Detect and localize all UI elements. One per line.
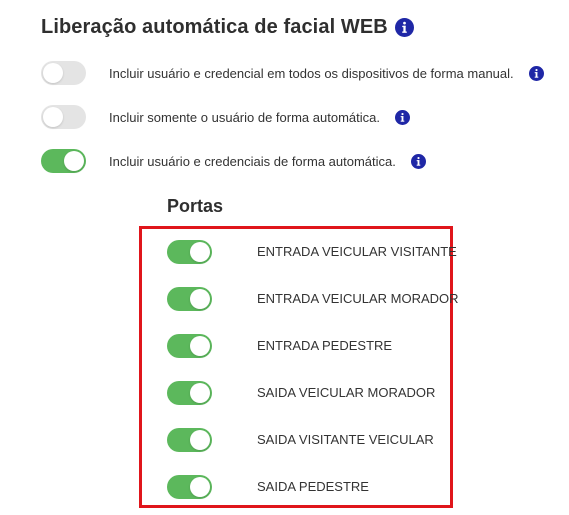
door-row: ENTRADA VEICULAR VISITANTE <box>167 240 457 264</box>
toggle-knob <box>43 107 63 127</box>
toggle-switch[interactable] <box>41 149 86 173</box>
door-row: ENTRADA VEICULAR MORADOR <box>167 287 459 311</box>
toggle-switch[interactable] <box>41 105 86 129</box>
door-label: SAIDA VISITANTE VEICULAR <box>257 432 434 447</box>
toggle-switch[interactable] <box>167 381 212 405</box>
toggle-knob <box>190 336 210 356</box>
info-icon[interactable] <box>410 153 426 169</box>
page-title: Liberação automática de facial WEB <box>41 15 388 38</box>
option-row-user-only: Incluir somente o usuário de forma autom… <box>41 105 410 129</box>
option-row-automatic: Incluir usuário e credenciais de forma a… <box>41 149 426 173</box>
toggle-knob <box>190 289 210 309</box>
toggle-switch[interactable] <box>167 475 212 499</box>
toggle-switch[interactable] <box>167 334 212 358</box>
toggle-knob <box>43 63 63 83</box>
option-label: Incluir somente o usuário de forma autom… <box>109 109 380 125</box>
door-label: ENTRADA PEDESTRE <box>257 338 393 353</box>
doors-highlight-box: ENTRADA VEICULAR VISITANTE ENTRADA VEICU… <box>139 226 459 508</box>
door-row: SAIDA PEDESTRE <box>167 475 369 499</box>
door-row: ENTRADA PEDESTRE <box>167 334 392 358</box>
info-icon[interactable] <box>394 17 414 37</box>
option-label: Incluir usuário e credencial em todos os… <box>109 65 514 81</box>
toggle-knob <box>190 477 210 497</box>
info-icon[interactable] <box>394 109 410 125</box>
toggle-switch[interactable] <box>167 287 212 311</box>
title-row: Liberação automática de facial WEB <box>41 13 414 41</box>
toggle-knob <box>190 383 210 403</box>
toggle-switch[interactable] <box>167 240 212 264</box>
toggle-knob <box>190 242 210 262</box>
door-row: SAIDA VEICULAR MORADOR <box>167 381 435 405</box>
toggle-knob <box>190 430 210 450</box>
doors-section-title: Portas <box>167 196 224 216</box>
toggle-knob <box>64 151 84 171</box>
door-row: SAIDA VISITANTE VEICULAR <box>167 428 434 452</box>
door-label: SAIDA PEDESTRE <box>257 479 369 494</box>
toggle-switch[interactable] <box>167 428 212 452</box>
option-label: Incluir usuário e credenciais de forma a… <box>109 153 396 169</box>
door-label: SAIDA VEICULAR MORADOR <box>257 385 436 400</box>
toggle-switch[interactable] <box>41 61 86 85</box>
option-row-manual: Incluir usuário e credencial em todos os… <box>41 61 544 85</box>
door-label: ENTRADA VEICULAR MORADOR <box>257 291 459 306</box>
info-icon[interactable] <box>528 65 544 81</box>
door-label: ENTRADA VEICULAR VISITANTE <box>257 244 457 259</box>
